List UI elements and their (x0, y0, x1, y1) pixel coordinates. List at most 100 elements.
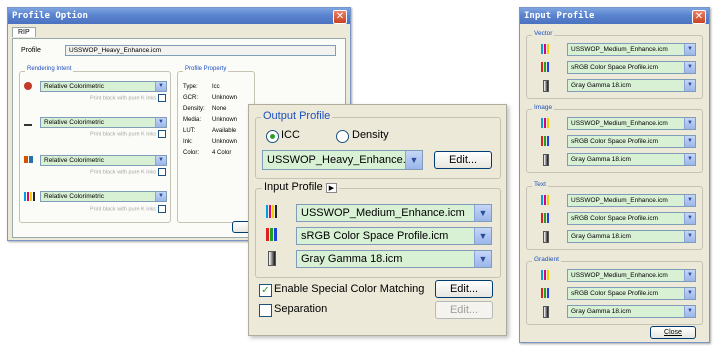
prop-value: 4 Color (212, 150, 232, 156)
pure-k-note-1: Print black with pure K inks (90, 94, 167, 102)
rendering-intent-select-3[interactable]: Relative Colorimetric ▼ (40, 155, 167, 166)
text-group: Text USSWOP_Medium_Enhance.icm ▼ sRGB Col… (526, 181, 703, 250)
cmyk-bars-icon (541, 195, 549, 205)
output-edit-button[interactable]: Edit... (434, 151, 492, 169)
image-select-1[interactable]: USSWOP_Medium_Enhance.icm ▼ (567, 117, 696, 130)
triangle-right-icon[interactable]: ▶ (325, 183, 338, 193)
cmyk-bars-icon (541, 118, 549, 128)
image-group: Image USSWOP_Medium_Enhance.icm ▼ sRGB Co… (526, 104, 703, 173)
vector-group: Vector USSWOP_Medium_Enhance.icm ▼ sRGB C… (526, 30, 703, 99)
input-profile-select-1[interactable]: USSWOP_Medium_Enhance.icm ▼ (296, 204, 492, 222)
chevron-down-icon[interactable]: ▼ (684, 44, 695, 55)
rendering-intent-select-4[interactable]: Relative Colorimetric ▼ (40, 191, 167, 202)
profile-label: Profile (21, 47, 41, 54)
image-select-2[interactable]: sRGB Color Space Profile.icm ▼ (567, 135, 696, 148)
separation-edit-button: Edit... (435, 301, 493, 319)
rendering-intent-select-2[interactable]: Relative Colorimetric ▼ (40, 117, 167, 128)
gray-bar-icon (543, 80, 549, 92)
profile-option-title: Profile Option (12, 11, 88, 21)
close-icon[interactable]: ✕ (692, 10, 706, 24)
chevron-down-icon[interactable]: ▼ (684, 306, 695, 317)
prop-value: None (212, 106, 227, 112)
input-profile-window: Input Profile ✕ Vector USSWOP_Medium_Enh… (519, 7, 710, 343)
prop-value: Available (212, 128, 237, 134)
chevron-down-icon[interactable]: ▼ (474, 228, 491, 244)
gradient-select-2[interactable]: sRGB Color Space Profile.icm ▼ (567, 287, 696, 300)
chevron-down-icon[interactable]: ▼ (684, 62, 695, 73)
icc-radio[interactable] (266, 130, 279, 143)
chevron-down-icon[interactable]: ▼ (155, 118, 166, 127)
rgb-bars-icon (541, 213, 549, 223)
gray-bar-icon (543, 231, 549, 243)
gradient-select-1[interactable]: USSWOP_Medium_Enhance.icm ▼ (567, 269, 696, 282)
cmyk-bars-icon (541, 44, 549, 54)
rendering-intent-select-1[interactable]: Relative Colorimetric ▼ (40, 81, 167, 92)
input-profile-label: Input Profile ▶ (262, 181, 340, 193)
pure-k-checkbox-1[interactable] (158, 94, 167, 102)
image-group-label: Image (532, 104, 555, 111)
icc-radio-label: ICC (281, 129, 300, 141)
image-select-3[interactable]: Gray Gamma 18.icm ▼ (567, 153, 696, 166)
chevron-down-icon[interactable]: ▼ (155, 156, 166, 165)
chevron-down-icon[interactable]: ▼ (684, 270, 695, 281)
vector-select-2[interactable]: sRGB Color Space Profile.icm ▼ (567, 61, 696, 74)
output-profile-dialog: Output Profile ICC Density USSWOP_Heavy_… (248, 104, 507, 336)
chevron-down-icon[interactable]: ▼ (684, 195, 695, 206)
chevron-down-icon[interactable]: ▼ (684, 231, 695, 242)
prop-key: Ink: (183, 139, 193, 145)
tab-rip[interactable]: RIP (12, 27, 36, 37)
prop-key: Media: (183, 117, 202, 123)
profile-property-label: Profile Property (183, 66, 229, 72)
input-profile-select-3[interactable]: Gray Gamma 18.icm ▼ (296, 250, 492, 268)
text-select-3[interactable]: Gray Gamma 18.icm ▼ (567, 230, 696, 243)
profile-property-group: Profile Property Type: Icc GCR: Unknown De… (177, 66, 255, 223)
input-profile-title: Input Profile (524, 11, 595, 21)
input-profile-group: Input Profile ▶ USSWOP_Medium_Enhance.ic… (255, 181, 501, 278)
chevron-down-icon[interactable]: ▼ (684, 118, 695, 129)
pure-k-note-2: Print black with pure K inks (90, 130, 167, 138)
vector-group-label: Vector (532, 30, 555, 37)
vector-select-3[interactable]: Gray Gamma 18.icm ▼ (567, 79, 696, 92)
profile-option-titlebar: Profile Option ✕ (8, 8, 350, 24)
chevron-down-icon[interactable]: ▼ (405, 151, 422, 169)
chevron-down-icon[interactable]: ▼ (684, 213, 695, 224)
density-radio[interactable] (336, 130, 349, 143)
gradient-icon (24, 192, 35, 201)
chevron-down-icon[interactable]: ▼ (684, 154, 695, 165)
prop-value: Unknown (212, 95, 238, 101)
rgb-bars-icon (541, 288, 549, 298)
gray-bar-icon (543, 306, 549, 318)
special-color-checkbox[interactable]: ✓ (259, 284, 272, 297)
text-select-1[interactable]: USSWOP_Medium_Enhance.icm ▼ (567, 194, 696, 207)
text-select-2[interactable]: sRGB Color Space Profile.icm ▼ (567, 212, 696, 225)
pure-k-checkbox-4[interactable] (158, 205, 167, 213)
chevron-down-icon[interactable]: ▼ (155, 192, 166, 201)
close-icon[interactable]: ✕ (333, 10, 347, 24)
rgb-bars-icon (541, 136, 549, 146)
text-icon (24, 118, 32, 126)
pure-k-checkbox-3[interactable] (158, 168, 167, 176)
profile-field[interactable]: USSWOP_Heavy_Enhance.icm (65, 45, 336, 56)
chevron-down-icon[interactable]: ▼ (155, 82, 166, 91)
pure-k-checkbox-2[interactable] (158, 130, 167, 138)
special-color-label: Enable Special Color Matching (274, 283, 425, 295)
chevron-down-icon[interactable]: ▼ (474, 205, 491, 221)
vector-select-1[interactable]: USSWOP_Medium_Enhance.icm ▼ (567, 43, 696, 56)
prop-value: Unknown (212, 139, 238, 145)
chevron-down-icon[interactable]: ▼ (684, 288, 695, 299)
output-profile-label: Output Profile (261, 110, 333, 122)
prop-value: Icc (212, 84, 220, 90)
output-profile-select[interactable]: USSWOP_Heavy_Enhance.icr ▼ (262, 150, 423, 170)
density-radio-label: Density (352, 129, 389, 141)
separation-checkbox[interactable] (259, 304, 272, 317)
input-profile-select-2[interactable]: sRGB Color Space Profile.icm ▼ (296, 227, 492, 245)
prop-value: Unknown (212, 117, 238, 123)
chevron-down-icon[interactable]: ▼ (684, 80, 695, 91)
special-color-edit-button[interactable]: Edit... (435, 280, 493, 298)
gradient-select-3[interactable]: Gray Gamma 18.icm ▼ (567, 305, 696, 318)
chevron-down-icon[interactable]: ▼ (684, 136, 695, 147)
pure-k-note-3: Print black with pure K inks (90, 168, 167, 176)
vector-icon (24, 82, 32, 90)
close-button[interactable]: Close (650, 326, 696, 339)
chevron-down-icon[interactable]: ▼ (474, 251, 491, 267)
